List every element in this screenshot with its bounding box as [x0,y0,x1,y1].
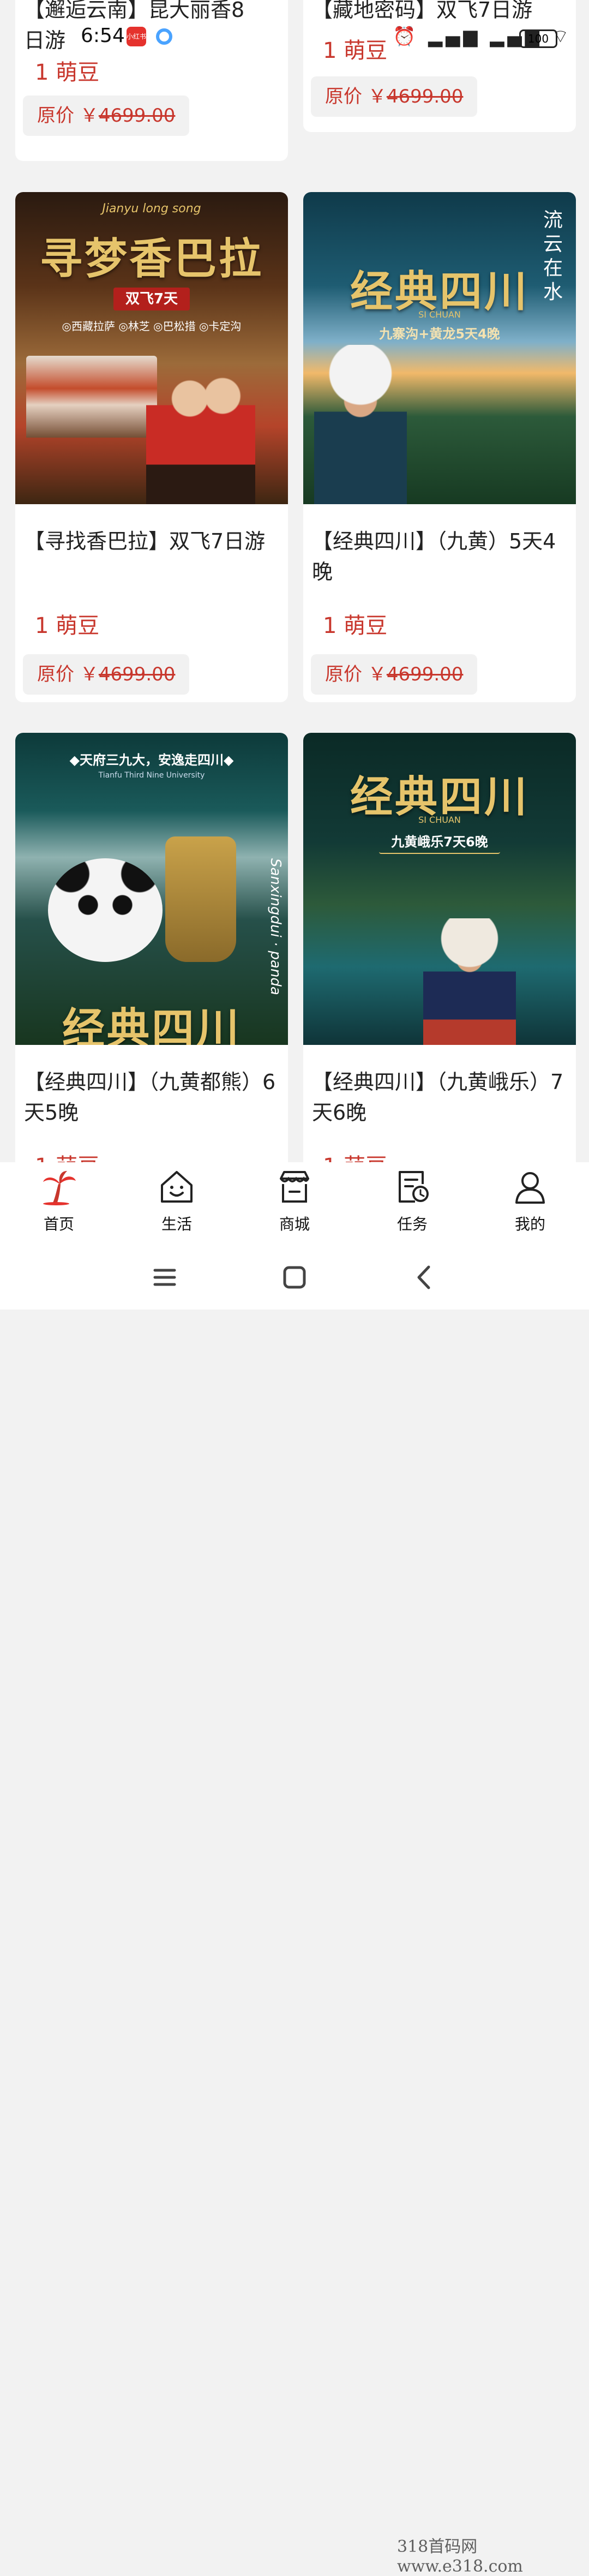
task-clock-icon [399,1171,429,1203]
nav-item-tasks[interactable]: 任务 [374,1168,450,1234]
panda-illustration [48,858,163,962]
product-card[interactable]: ◆天府三九大，安逸走四川◆ Tianfu Third Nine Universi… [15,733,288,1202]
thumb-title: 寻梦香巴拉 [39,234,263,284]
original-price: 原价 ￥4699.00 [23,654,190,695]
nav-label-life: 生活 [161,1215,192,1233]
thumb-script: SI CHUAN [418,815,461,825]
nav-label-me: 我的 [514,1215,545,1233]
couple-illustration [146,372,255,504]
system-nav-bar: 318首码网 www.e318.com [0,1244,589,2576]
thumb-script: SI CHUAN [418,309,461,320]
nav-item-me[interactable]: 我的 [492,1168,568,1234]
product-name: 【寻找香巴拉】双飞7日游 [24,529,266,553]
original-price: 原价 ￥4699.00 [311,654,478,695]
thumb-subtitle: ◆天府三九大，安逸走四川◆ [69,752,234,768]
bronze-mask-illustration [165,836,236,962]
product-card[interactable]: 经典四川 SI CHUAN 九寨沟+黄龙5天4晚 流云在水 【经典四川】（九黄）… [303,192,576,702]
palm-tree-icon [43,1171,76,1205]
menu-icon[interactable] [143,1258,187,1296]
product-price: 1 萌豆 [323,613,388,638]
thumb-tags: ◎西藏拉萨 ◎林芝 ◎巴松措 ◎卡定沟 [62,320,242,333]
nav-item-home[interactable]: 首页 [21,1168,97,1234]
smiley-house-icon [161,1171,193,1203]
product-thumbnail[interactable]: Jianyu long song 寻梦香巴拉 双飞7天 ◎西藏拉萨 ◎林芝 ◎巴… [15,192,288,504]
product-card-top-right[interactable]: 【藏地密码】双飞7日游 1 萌豆 原价 ￥4699.00 [303,0,576,132]
product-card[interactable]: 经典四川 SI CHUAN 九黄峨乐7天6晚 【经典四川】（九黄峨乐）7天6晚 … [303,733,576,1202]
nav-label-mall: 商城 [279,1215,310,1233]
thumb-subtitle: 九寨沟+黄龙5天4晚 [379,326,500,342]
back-icon[interactable] [402,1258,446,1296]
woman-illustration [423,918,516,1045]
bottom-nav: 首页 生活 商城 任务 我的 [0,1162,589,1244]
product-card-top-left[interactable]: 【邂逅云南】昆大丽香8 日游 1 萌豆 原价 ￥4699.00 [15,0,288,161]
woman-illustration [314,345,407,504]
product-name: 【藏地密码】双飞7日游 [312,0,533,22]
thumb-subtitle: 双飞7天 [15,288,288,310]
person-icon [515,1172,545,1204]
thumb-vertical-text: 流云在水 [543,209,563,303]
home-square-icon[interactable] [273,1258,316,1296]
thumb-script: Jianyu long song [102,202,201,216]
product-thumbnail[interactable]: 经典四川 SI CHUAN 九寨沟+黄龙5天4晚 流云在水 [303,192,576,504]
product-name: 【经典四川】（九黄）5天4晚 [312,529,556,584]
thumb-subtitle: 九黄峨乐7天6晚 [303,831,576,854]
product-name: 【经典四川】（九黄峨乐）7天6晚 [312,1070,564,1125]
original-price: 原价 ￥4699.00 [311,76,478,117]
product-card[interactable]: Jianyu long song 寻梦香巴拉 双飞7天 ◎西藏拉萨 ◎林芝 ◎巴… [15,192,288,702]
thumb-vertical-script: Sanxingdui · panda [267,858,284,995]
watermark: 318首码网 www.e318.com [397,2537,523,2576]
nav-item-life[interactable]: 生活 [139,1168,215,1234]
product-price: 1 萌豆 [323,38,388,63]
palace-illustration [26,356,157,438]
thumb-script: Tianfu Third Nine University [98,771,205,780]
product-thumbnail[interactable]: 经典四川 SI CHUAN 九黄峨乐7天6晚 [303,733,576,1045]
original-price: 原价 ￥4699.00 [23,95,190,136]
product-name: 【邂逅云南】昆大丽香8 日游 [24,0,245,52]
nav-label-tasks: 任务 [396,1215,428,1233]
product-thumbnail[interactable]: ◆天府三九大，安逸走四川◆ Tianfu Third Nine Universi… [15,733,288,1045]
product-price: 1 萌豆 [35,613,100,638]
nav-item-mall[interactable]: 商城 [256,1168,333,1234]
store-icon [280,1171,309,1203]
product-name: 【经典四川】（九黄都熊）6天5晚 [24,1070,276,1125]
product-price: 1 萌豆 [35,60,100,85]
nav-label-home: 首页 [43,1215,74,1233]
thumb-title: 经典四川 [62,1004,241,1045]
